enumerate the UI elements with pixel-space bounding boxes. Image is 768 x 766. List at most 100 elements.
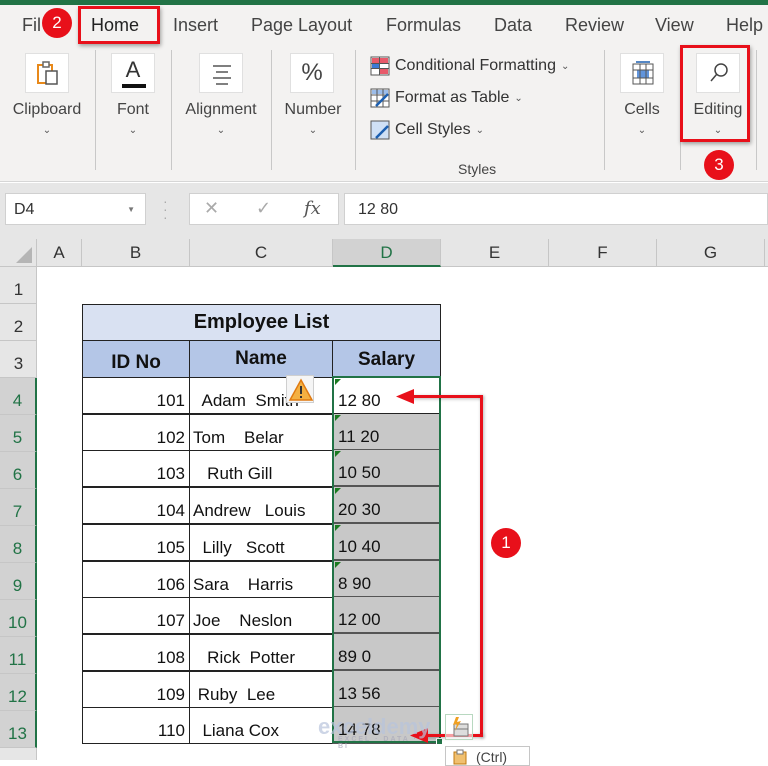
row-header-4[interactable]: 4 [0, 378, 37, 415]
chevron-down-icon: ⌄ [514, 92, 523, 104]
chevron-down-icon: ⌄ [560, 60, 570, 72]
cell-name[interactable]: Ruth Gill [189, 450, 333, 488]
header-salary[interactable]: Salary [332, 340, 441, 378]
fill-handle[interactable] [436, 738, 443, 745]
cell-name-text: Ruby Lee [193, 684, 276, 704]
cell-id-text: 110 [157, 721, 185, 741]
dropdown-arrow-icon[interactable]: ▼ [127, 205, 135, 214]
cell-salary[interactable]: 10 50 [332, 450, 441, 488]
name-box[interactable]: D4 ▼ [5, 193, 146, 225]
tab-help[interactable]: Help [726, 15, 763, 36]
row-header-2[interactable]: 2 [0, 304, 37, 341]
cell-name[interactable]: Rick Potter [189, 633, 333, 671]
cell-name[interactable]: Sara Harris [189, 560, 333, 598]
row-header-3[interactable]: 3 [0, 341, 37, 378]
cell-name[interactable]: Joe Neslon [189, 597, 333, 635]
row-header-10[interactable]: 10 [0, 600, 37, 637]
cell-salary[interactable]: 11 20 [332, 413, 441, 451]
cell-name[interactable]: Ruby Lee [189, 670, 333, 708]
cell-id[interactable]: 106 [82, 560, 190, 598]
cell-salary[interactable]: 12 00 [332, 597, 441, 635]
cell-salary-text: 10 40 [338, 536, 381, 556]
cell-name-text: Ruth Gill [193, 464, 273, 484]
tab-data[interactable]: Data [494, 15, 532, 36]
cell-id[interactable]: 103 [82, 450, 190, 488]
cell-id[interactable]: 101 [82, 377, 190, 414]
warning-icon [288, 378, 314, 401]
arrow-head-icon [396, 389, 414, 404]
cell-salary-text: 12 80 [338, 391, 381, 410]
cell-id[interactable]: 107 [82, 597, 190, 635]
cell-id[interactable]: 108 [82, 633, 190, 671]
cell-name[interactable]: Lilly Scott [189, 523, 333, 561]
cell-id[interactable]: 104 [82, 487, 190, 525]
formula-buttons: ✕ ✓ fx [189, 193, 339, 225]
cell-id[interactable]: 110 [82, 707, 190, 745]
formula-input[interactable]: 12 80 [344, 193, 768, 225]
cell-name[interactable]: Tom Belar [189, 413, 333, 451]
row-header-6[interactable]: 6 [0, 452, 37, 489]
cell-salary[interactable]: 13 56 [332, 670, 441, 708]
column-header-e[interactable]: E [441, 239, 549, 267]
cell-id[interactable]: 105 [82, 523, 190, 561]
header-name[interactable]: Name [189, 340, 333, 378]
cell-id-text: 104 [156, 501, 185, 521]
conditional-formatting-button[interactable]: Conditional Formatting ⌄ [370, 56, 569, 76]
column-header-c[interactable]: C [190, 239, 333, 267]
header-id-no[interactable]: ID No [82, 340, 190, 378]
annotation-arrow-vertical [480, 395, 483, 737]
cancel-icon[interactable]: ✕ [204, 198, 219, 219]
insert-function-icon[interactable]: fx [304, 198, 321, 219]
cell-name[interactable]: Liana Cox [189, 707, 333, 745]
select-all-button[interactable] [0, 239, 37, 267]
font-group[interactable]: A Font ⌄ [96, 45, 170, 175]
cell-id[interactable]: 102 [82, 413, 190, 451]
error-indicator-icon [335, 488, 341, 495]
cell-salary-text: 10 50 [338, 463, 381, 483]
cell-salary[interactable]: 89 0 [332, 633, 441, 671]
chevron-down-icon: ⌄ [308, 125, 318, 136]
cell-styles-button[interactable]: Cell Styles ⌄ [370, 120, 484, 140]
clipboard-group[interactable]: Clipboard ⌄ [0, 45, 94, 175]
flash-fill-options-button[interactable] [445, 714, 473, 740]
tab-view[interactable]: View [655, 15, 694, 36]
cell-salary-text: 11 20 [338, 426, 380, 446]
row-header-8[interactable]: 8 [0, 526, 37, 563]
cell-name[interactable]: Andrew Louis [189, 487, 333, 525]
error-check-button[interactable] [286, 375, 314, 403]
paste-options-button[interactable]: (Ctrl) [445, 746, 530, 766]
row-header-12[interactable]: 12 [0, 674, 37, 711]
column-header-b[interactable]: B [82, 239, 190, 267]
tab-formulas[interactable]: Formulas [386, 15, 461, 36]
number-group[interactable]: % Number ⌄ [272, 45, 354, 175]
tab-page-layout[interactable]: Page Layout [251, 15, 352, 36]
worksheet-grid[interactable]: Employee List ID No Name Salary 101 Adam… [37, 267, 768, 760]
chevron-down-icon: ⌄ [42, 125, 52, 136]
cell-salary-text: 13 56 [338, 683, 381, 703]
cells-group[interactable]: Cells ⌄ [605, 45, 679, 175]
annotation-arrow-top [410, 395, 482, 398]
row-header-13[interactable]: 13 [0, 711, 37, 748]
tab-review[interactable]: Review [565, 15, 624, 36]
table-title[interactable]: Employee List [82, 304, 441, 341]
row-header-7[interactable]: 7 [0, 489, 37, 526]
format-as-table-button[interactable]: Format as Table ⌄ [370, 88, 523, 108]
cell-salary[interactable]: 8 90 [332, 560, 441, 598]
row-header-11[interactable]: 11 [0, 637, 37, 674]
alignment-group[interactable]: Alignment ⌄ [172, 45, 270, 175]
row-header-5[interactable]: 5 [0, 415, 37, 452]
tab-insert[interactable]: Insert [173, 15, 218, 36]
editing-highlight [680, 45, 750, 142]
formula-bar-grip[interactable]: · · · [163, 194, 168, 224]
cell-salary[interactable]: 10 40 [332, 523, 441, 561]
row-header-1[interactable]: 1 [0, 267, 37, 304]
cell-salary[interactable]: 20 30 [332, 487, 441, 525]
column-header-g[interactable]: G [657, 239, 765, 267]
enter-icon[interactable]: ✓ [256, 198, 271, 219]
column-header-d[interactable]: D [333, 239, 441, 267]
row-header-9[interactable]: 9 [0, 563, 37, 600]
column-header-a[interactable]: A [37, 239, 82, 267]
column-header-f[interactable]: F [549, 239, 657, 267]
tab-file[interactable]: Fil [22, 15, 41, 36]
cell-id[interactable]: 109 [82, 670, 190, 708]
